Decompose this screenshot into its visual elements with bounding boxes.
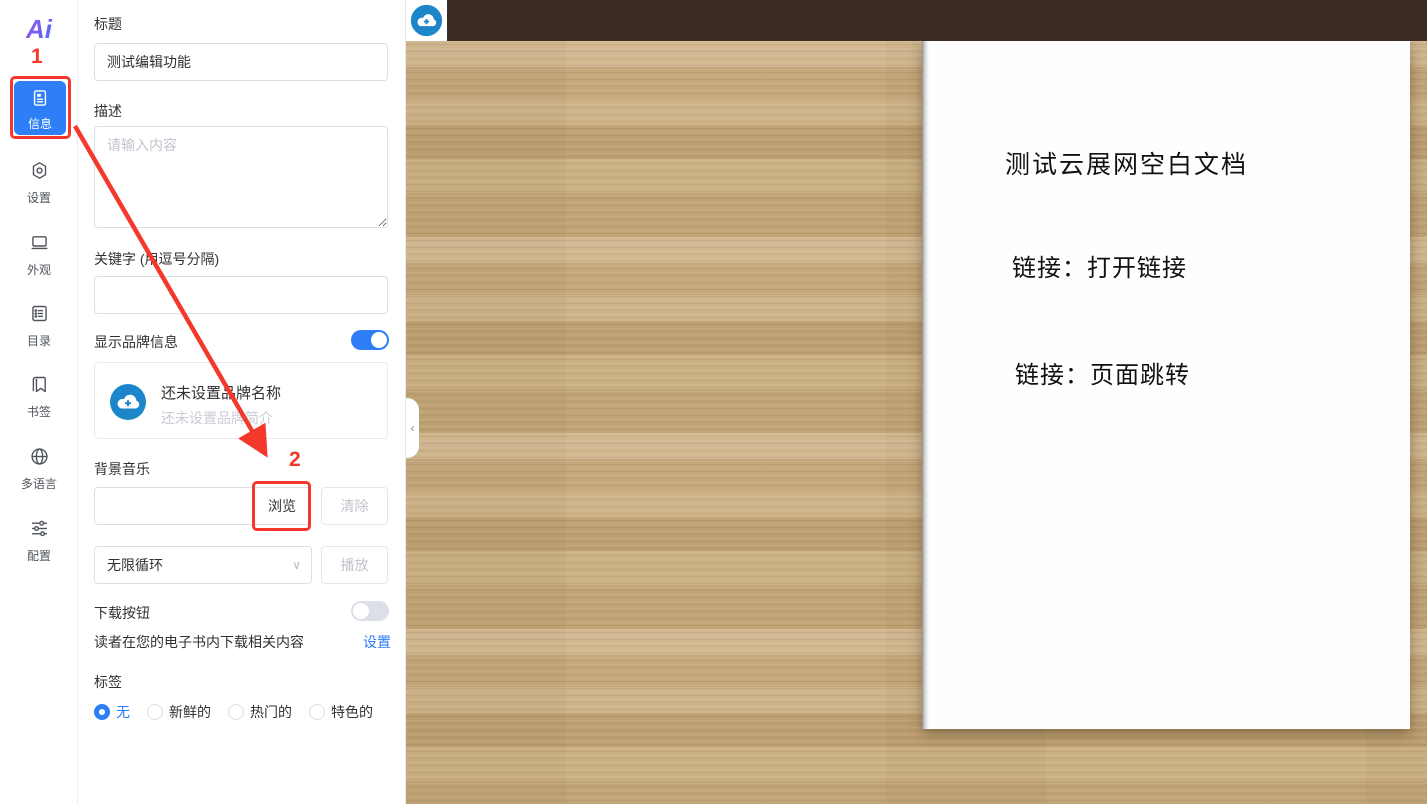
preview-topbar — [406, 0, 1427, 41]
tag-option-label: 新鲜的 — [169, 702, 211, 722]
music-file-group: 浏览 — [94, 487, 308, 525]
bookmark-icon — [29, 382, 50, 399]
browse-button[interactable]: 浏览 — [254, 487, 310, 525]
tag-option-label: 无 — [116, 702, 130, 722]
tags-radio-group: 无 新鲜的 热门的 特色的 — [94, 702, 373, 722]
download-settings-link[interactable]: 设置 — [363, 632, 391, 652]
download-toggle[interactable] — [351, 601, 389, 621]
sidebar-item-label: 设置 — [0, 189, 78, 206]
description-textarea[interactable] — [94, 126, 388, 228]
radio-icon — [309, 704, 325, 720]
description-label: 描述 — [94, 101, 122, 121]
music-label: 背景音乐 — [94, 459, 150, 479]
book-preview: 测试云展网空白文档 链接：打开链接 链接：页面跳转 ‹ — [406, 0, 1427, 804]
music-file-input[interactable] — [95, 488, 253, 524]
download-toggle-label: 下载按钮 — [94, 603, 150, 623]
sidebar-item-label: 书签 — [0, 403, 78, 420]
brand-intro-text: 还未设置品牌简介 — [161, 408, 273, 428]
keywords-input[interactable] — [94, 276, 388, 314]
sidebar-item-toc[interactable]: 目录 — [0, 303, 78, 349]
tags-label: 标签 — [94, 672, 122, 692]
panel-collapse-button[interactable]: ‹ — [406, 398, 419, 458]
sidebar-item-info[interactable]: 信息 — [14, 81, 66, 135]
sidebar-item-settings[interactable]: 设置 — [0, 160, 78, 206]
radio-icon — [147, 704, 163, 720]
document-link-jump[interactable]: 链接：页面跳转 — [1015, 355, 1190, 390]
sliders-icon — [29, 526, 50, 543]
loop-mode-value: 无限循环 — [107, 557, 163, 573]
title-label: 标题 — [94, 14, 122, 34]
sidebar: Ai 信息 设置 — [0, 0, 78, 804]
brand-toggle-label: 显示品牌信息 — [94, 332, 178, 352]
sidebar-item-label: 目录 — [0, 332, 78, 349]
tag-option-label: 热门的 — [250, 702, 292, 722]
tag-option-none[interactable]: 无 — [94, 702, 130, 722]
document-link-open[interactable]: 链接：打开链接 — [1012, 248, 1187, 283]
document-title: 测试云展网空白文档 — [1005, 145, 1248, 181]
brand-name-text: 还未设置品牌名称 — [161, 382, 281, 403]
sidebar-item-label: 信息 — [14, 115, 66, 132]
clear-button[interactable]: 清除 — [321, 487, 388, 525]
title-input[interactable] — [94, 43, 388, 81]
globe-icon — [29, 454, 50, 471]
monitor-icon — [29, 240, 50, 257]
brand-toggle[interactable] — [351, 330, 389, 350]
sidebar-item-multilanguage[interactable]: 多语言 — [0, 446, 78, 492]
sidebar-item-label: 配置 — [0, 547, 78, 564]
chevron-down-icon: ∨ — [292, 547, 301, 583]
document-info-icon — [30, 95, 50, 112]
sidebar-item-label: 多语言 — [0, 475, 78, 492]
chevron-left-icon: ‹ — [411, 421, 415, 435]
tag-option-featured[interactable]: 特色的 — [309, 702, 373, 722]
preview-brand-logo[interactable] — [406, 0, 447, 41]
sidebar-item-appearance[interactable]: 外观 — [0, 232, 78, 278]
cloud-logo-icon — [410, 4, 443, 37]
radio-selected-icon — [94, 704, 110, 720]
sidebar-item-config[interactable]: 配置 — [0, 518, 78, 564]
sidebar-item-label: 外观 — [0, 261, 78, 278]
info-panel: 标题 描述 关键字 (用逗号分隔) 显示品牌信息 还未设置品牌名称 还未设置品牌… — [78, 0, 406, 804]
brand-cloud-logo-icon — [109, 383, 147, 421]
app-window: Ai 信息 设置 — [0, 0, 1427, 804]
download-hint-text: 读者在您的电子书内下载相关内容 — [94, 632, 304, 652]
tag-option-label: 特色的 — [331, 702, 373, 722]
app-logo[interactable]: Ai — [0, 14, 78, 45]
tag-option-hot[interactable]: 热门的 — [228, 702, 292, 722]
tag-option-fresh[interactable]: 新鲜的 — [147, 702, 211, 722]
document-page[interactable]: 测试云展网空白文档 链接：打开链接 链接：页面跳转 — [922, 41, 1410, 729]
list-icon — [29, 311, 50, 328]
sidebar-item-bookmarks[interactable]: 书签 — [0, 374, 78, 420]
keywords-label: 关键字 (用逗号分隔) — [94, 249, 219, 269]
gear-icon — [29, 168, 50, 185]
brand-card[interactable]: 还未设置品牌名称 还未设置品牌简介 — [94, 362, 388, 439]
radio-icon — [228, 704, 244, 720]
play-button[interactable]: 播放 — [321, 546, 388, 584]
loop-mode-select[interactable]: 无限循环 ∨ — [94, 546, 312, 584]
